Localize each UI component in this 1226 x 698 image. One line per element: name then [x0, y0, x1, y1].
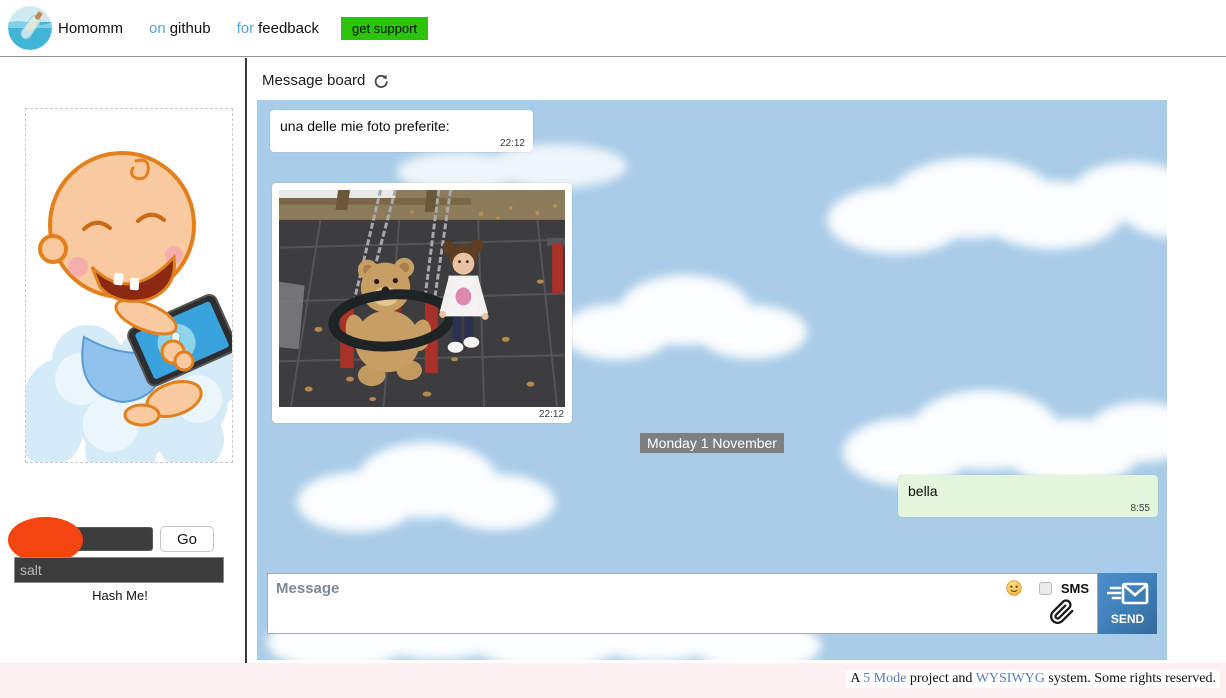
page-title: Message board	[262, 72, 365, 89]
message-board: una delle mie foto preferite: 22:12	[257, 100, 1167, 660]
feedback-link[interactable]: forfeedback	[237, 20, 319, 37]
send-envelope-icon	[1107, 581, 1149, 610]
message-time: 22:12	[539, 409, 564, 420]
five-mode-link[interactable]: 5 Mode	[863, 671, 906, 686]
github-link[interactable]: ongithub	[149, 20, 211, 37]
composer: SMS	[267, 573, 1157, 634]
refresh-icon[interactable]	[373, 73, 389, 89]
photo-thumbnail[interactable]	[279, 190, 565, 407]
main-panel: Message board	[249, 58, 1226, 663]
salt-input[interactable]	[14, 557, 224, 583]
get-support-button[interactable]: get support	[341, 17, 428, 40]
wysiwyg-link[interactable]: WYSIWYG	[976, 671, 1045, 686]
message-input[interactable]	[268, 574, 987, 633]
header: Homomm ongithub forfeedback get support	[0, 0, 1226, 57]
compose-box: SMS	[267, 573, 1098, 634]
message-bubble: una delle mie foto preferite: 22:12	[270, 110, 533, 152]
baby-on-cloud-illustration	[25, 108, 233, 463]
sidebar: Go Hash Me!	[0, 58, 247, 663]
sms-checkbox[interactable]	[1039, 582, 1052, 595]
go-button[interactable]: Go	[160, 526, 214, 552]
app-window: Homomm ongithub forfeedback get support	[0, 0, 1226, 698]
send-button[interactable]: SEND	[1098, 573, 1157, 634]
emoji-icon[interactable]	[1006, 580, 1022, 596]
message-time: 22:12	[500, 138, 525, 149]
app-logo-icon	[8, 6, 52, 50]
footer: A 5 Mode project and WYSIWYG system. Som…	[0, 663, 1226, 698]
message-bubble-outgoing: bella 8:55	[898, 475, 1158, 517]
hash-me-label: Hash Me!	[0, 588, 240, 603]
message-time: 8:55	[1131, 503, 1150, 514]
message-text: bella	[908, 483, 938, 499]
sms-label[interactable]: SMS	[1061, 581, 1089, 596]
message-text: una delle mie foto preferite:	[280, 118, 450, 134]
send-label: SEND	[1111, 612, 1144, 626]
photo-message-bubble: 22:12	[272, 183, 572, 423]
app-name: Homomm	[58, 20, 123, 37]
date-separator: Monday 1 November	[257, 433, 1167, 453]
compose-controls: SMS	[987, 574, 1097, 633]
footer-credits: A 5 Mode project and WYSIWYG system. Som…	[846, 670, 1220, 688]
paperclip-icon[interactable]	[1049, 598, 1075, 626]
